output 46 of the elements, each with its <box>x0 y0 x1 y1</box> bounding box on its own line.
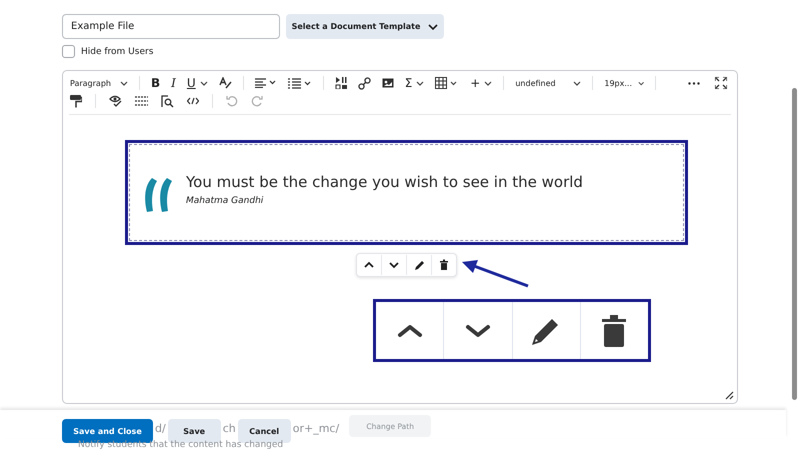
quote-block[interactable]: You must be the change you wish to see in the world Mahatma Gandhi <box>125 140 688 245</box>
quote-text: You must be the change you wish to see in the world <box>186 173 583 191</box>
chevron-down-icon <box>464 324 491 338</box>
caret-icon <box>200 80 208 86</box>
bold-button[interactable]: B <box>151 76 160 90</box>
checkbox[interactable] <box>62 45 75 58</box>
link-icon[interactable] <box>358 76 371 90</box>
chevron-up-icon <box>396 324 423 338</box>
more-icon[interactable] <box>688 82 700 84</box>
list-icon[interactable] <box>288 78 312 88</box>
table-icon[interactable] <box>435 77 460 89</box>
underline-button[interactable]: U <box>186 76 208 90</box>
formula-button[interactable]: Σ <box>404 76 424 90</box>
document-search-icon[interactable] <box>161 94 174 108</box>
checkbox-label: Hide from Users <box>81 46 154 56</box>
code-icon[interactable] <box>187 97 199 105</box>
scrollbar-thumb[interactable] <box>792 88 797 400</box>
fullscreen-icon[interactable] <box>715 77 727 89</box>
trash-icon <box>602 314 626 346</box>
caret-icon <box>428 24 438 30</box>
image-icon[interactable] <box>382 78 394 88</box>
caret-icon <box>638 80 644 86</box>
horizontal-rule-icon[interactable] <box>135 96 148 106</box>
clear-format-icon[interactable] <box>218 77 232 89</box>
path-text: d/ <box>155 422 166 435</box>
pointer-arrow <box>460 258 530 288</box>
font-family-dropdown[interactable]: undefined <box>515 78 582 88</box>
media-icon[interactable] <box>334 77 347 89</box>
spellcheck-icon[interactable] <box>109 95 122 107</box>
align-icon[interactable] <box>254 78 277 88</box>
file-name-field[interactable]: Example File <box>62 14 280 39</box>
insert-button[interactable]: + <box>470 76 492 90</box>
path-text: ch <box>222 422 236 435</box>
block-format-dropdown[interactable]: Paragraph <box>70 78 128 88</box>
caret-icon <box>573 80 582 86</box>
path-text: or+_mc/ <box>292 422 340 435</box>
font-size-dropdown[interactable]: 19px... <box>604 78 644 88</box>
italic-button[interactable]: I <box>171 76 176 90</box>
paint-roller-icon[interactable] <box>70 94 82 108</box>
quote-author: Mahatma Gandhi <box>186 196 264 206</box>
resize-handle-icon[interactable] <box>725 391 734 400</box>
caret-icon <box>120 80 128 86</box>
caret-icon <box>416 80 424 86</box>
template-dropdown[interactable]: Select a Document Template <box>286 14 444 39</box>
caret-icon <box>484 80 492 86</box>
quote-mark-icon <box>142 178 174 212</box>
